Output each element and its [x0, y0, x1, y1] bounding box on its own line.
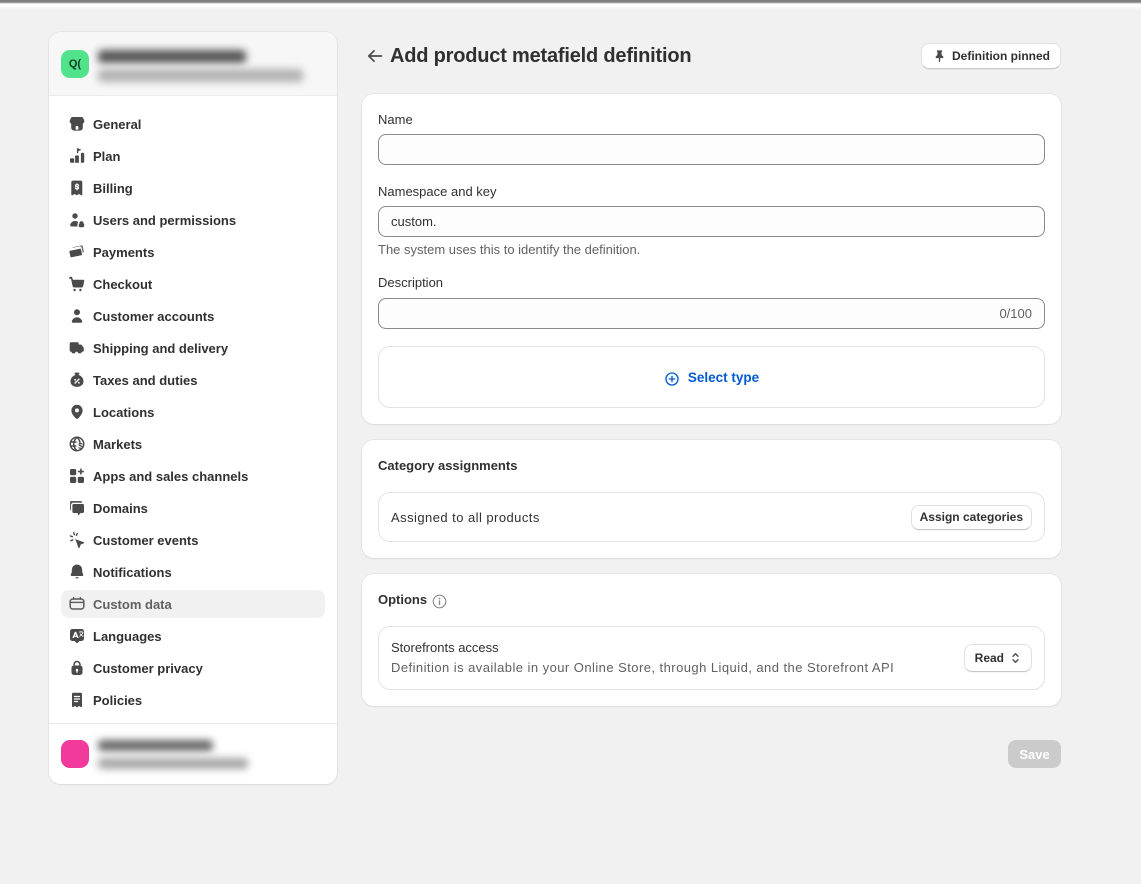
svg-text:$: $ [78, 441, 83, 451]
